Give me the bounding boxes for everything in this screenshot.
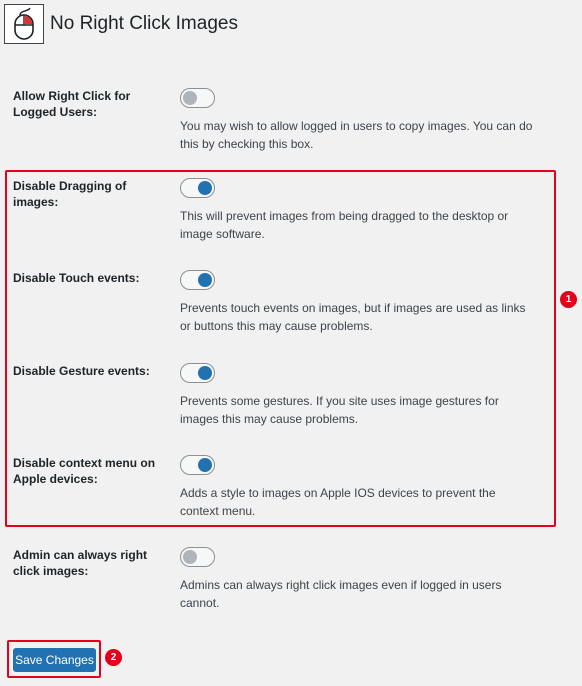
- disable-context-menu-toggle[interactable]: [180, 455, 215, 475]
- setting-description: Adds a style to images on Apple IOS devi…: [180, 486, 496, 518]
- setting-row-disable-gesture: Disable Gesture events: Prevents some ge…: [13, 363, 558, 427]
- setting-description: This will prevent images from being drag…: [180, 209, 509, 241]
- settings-page: No Right Click Images Allow Right Click …: [0, 0, 582, 686]
- setting-row-disable-dragging: Disable Dragging of images: This will pr…: [13, 178, 558, 242]
- disable-dragging-toggle[interactable]: [180, 178, 215, 198]
- mouse-icon: [4, 4, 44, 44]
- setting-description: Prevents touch events on images, but if …: [180, 301, 526, 333]
- setting-row-admin-right-click: Admin can always right click images: Adm…: [13, 547, 558, 611]
- setting-description: Prevents some gestures. If you site uses…: [180, 394, 499, 426]
- setting-label: Disable Gesture events:: [13, 364, 150, 378]
- setting-row-disable-touch: Disable Touch events: Prevents touch eve…: [13, 270, 558, 334]
- allow-logged-users-toggle[interactable]: [180, 88, 215, 108]
- toggle-knob: [198, 366, 212, 380]
- setting-label: Disable context menu on Apple devices:: [13, 456, 156, 486]
- setting-label: Allow Right Click for Logged Users:: [13, 89, 131, 119]
- annotation-badge-1: 1: [560, 291, 577, 308]
- setting-description: You may wish to allow logged in users to…: [180, 119, 533, 151]
- setting-row-allow-logged-users: Allow Right Click for Logged Users: You …: [13, 88, 558, 152]
- setting-label: Disable Touch events:: [13, 271, 140, 285]
- page-header: No Right Click Images: [4, 3, 238, 45]
- toggle-knob: [198, 273, 212, 287]
- disable-touch-toggle[interactable]: [180, 270, 215, 290]
- setting-label: Disable Dragging of images:: [13, 179, 127, 209]
- annotation-badge-2: 2: [105, 649, 122, 666]
- toggle-knob: [198, 458, 212, 472]
- setting-description: Admins can always right click images eve…: [180, 578, 502, 610]
- save-changes-button[interactable]: Save Changes: [13, 648, 96, 672]
- disable-gesture-toggle[interactable]: [180, 363, 215, 383]
- setting-label: Admin can always right click images:: [13, 548, 148, 578]
- page-title: No Right Click Images: [50, 13, 238, 34]
- toggle-knob: [183, 91, 197, 105]
- toggle-knob: [198, 181, 212, 195]
- admin-right-click-toggle[interactable]: [180, 547, 215, 567]
- setting-row-disable-context-menu: Disable context menu on Apple devices: A…: [13, 455, 558, 519]
- toggle-knob: [183, 550, 197, 564]
